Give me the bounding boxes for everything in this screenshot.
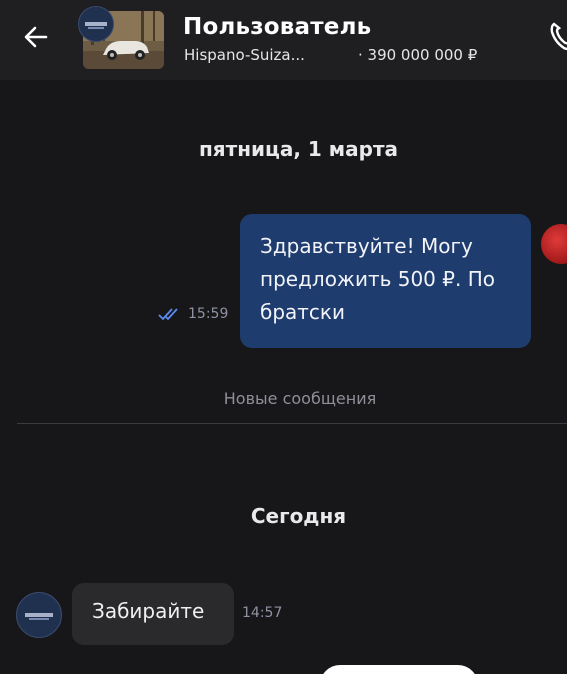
seller-logo-icon — [85, 22, 107, 29]
new-messages-divider — [17, 423, 567, 424]
call-button[interactable] — [546, 18, 567, 54]
listing-name: Hispano-Suiza... — [184, 46, 305, 64]
chat-screen: Пользователь Hispano-Suiza... · 390 000 … — [0, 0, 567, 674]
user-avatar — [541, 224, 567, 264]
incoming-message-time: 14:57 — [242, 605, 283, 621]
seller-logo-badge — [78, 6, 114, 42]
incoming-message-bubble[interactable]: Забирайте — [72, 583, 234, 645]
arrow-left-icon — [24, 26, 48, 48]
outgoing-message-text: Здравствуйте! Могу предложить 500 ₽. По … — [260, 234, 495, 324]
date-separator: пятница, 1 марта — [198, 137, 399, 161]
chat-header: Пользователь Hispano-Suiza... · 390 000 … — [0, 0, 567, 80]
listing-price: · 390 000 000 ₽ — [358, 46, 478, 64]
seller-avatar[interactable] — [16, 592, 62, 638]
chat-title: Пользователь — [183, 14, 372, 40]
back-button[interactable] — [14, 17, 58, 57]
seller-logo-icon — [25, 613, 53, 620]
bottom-action-button[interactable] — [320, 665, 478, 674]
new-messages-label: Новые сообщения — [223, 389, 377, 408]
double-check-icon — [158, 308, 178, 321]
date-separator-today: Сегодня — [250, 504, 347, 528]
message-status: 15:59 — [158, 306, 228, 322]
message-time: 15:59 — [188, 306, 229, 322]
outgoing-message-bubble[interactable]: Здравствуйте! Могу предложить 500 ₽. По … — [240, 214, 531, 348]
phone-icon — [550, 22, 567, 51]
incoming-message-text: Забирайте — [92, 599, 205, 623]
